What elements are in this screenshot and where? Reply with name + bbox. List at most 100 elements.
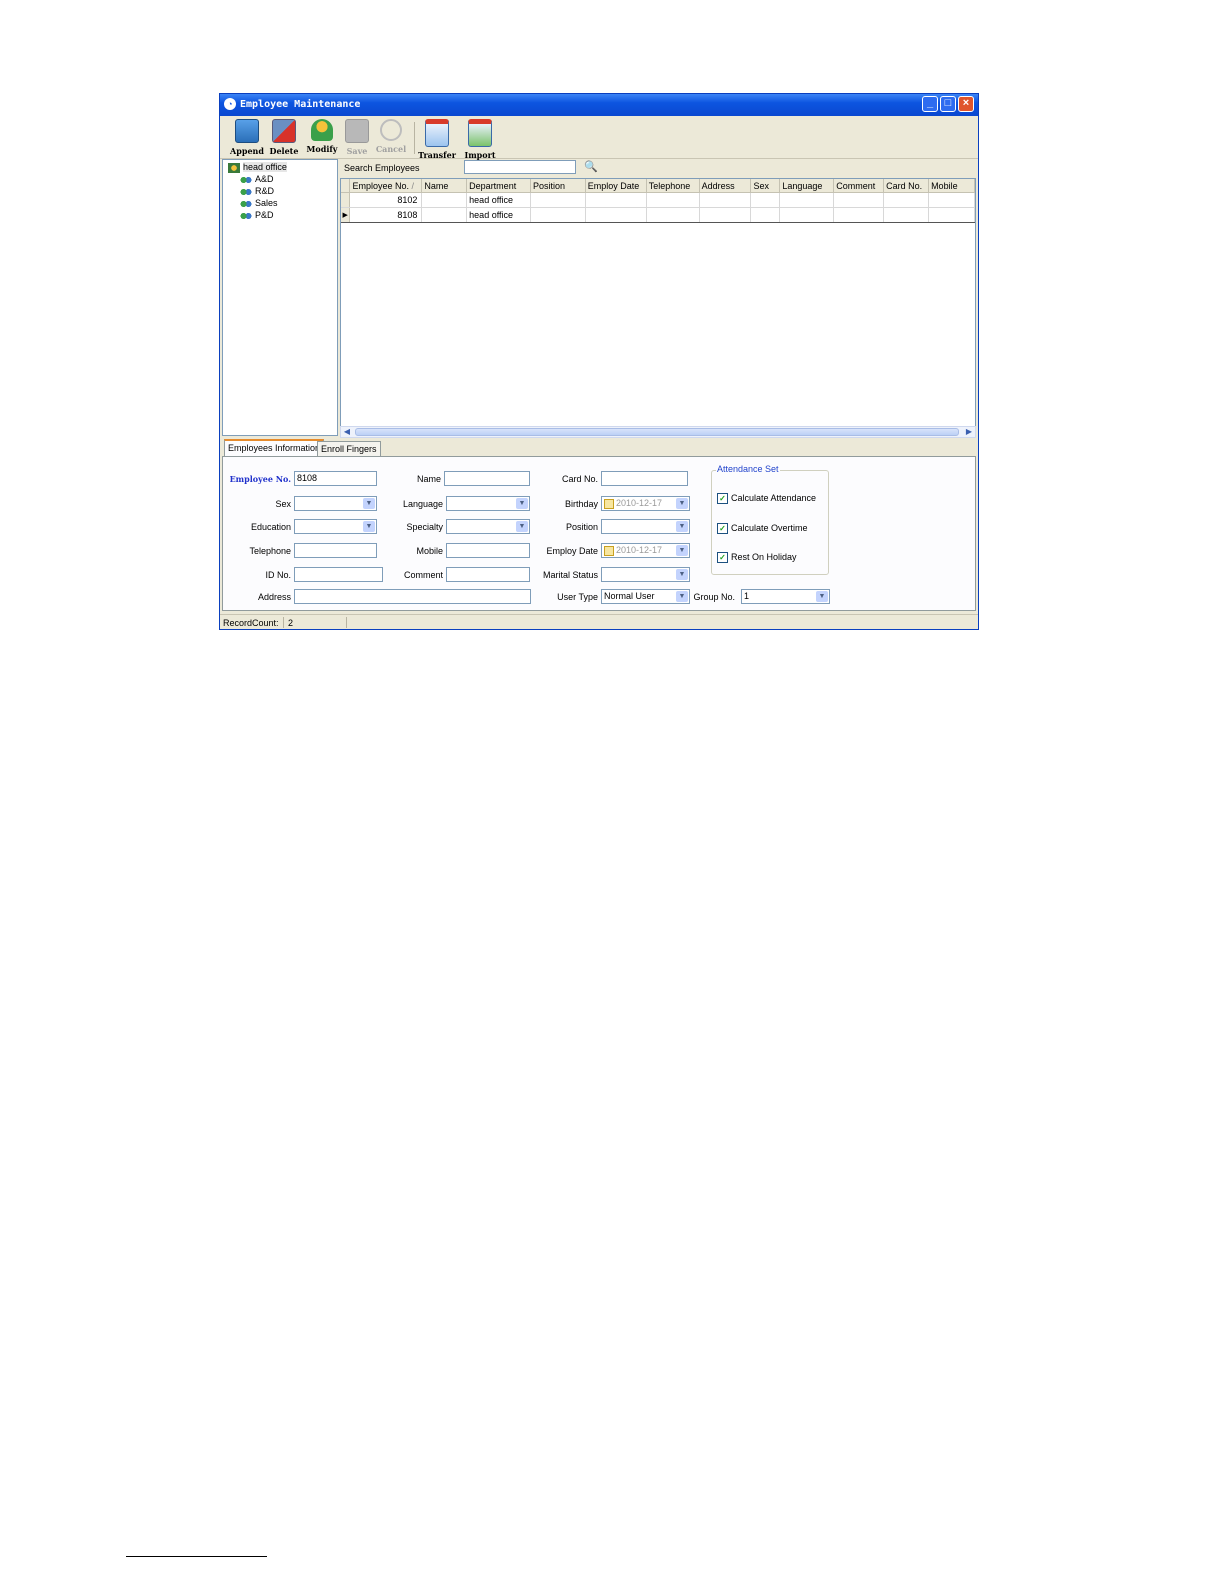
append-button[interactable]: Append — [228, 119, 266, 157]
telephone-label: Telephone — [249, 546, 291, 556]
close-button[interactable]: × — [958, 96, 974, 112]
col-telephone[interactable]: Telephone — [646, 179, 700, 193]
record-count-label: RecordCount: — [223, 618, 279, 628]
calculate-overtime-checkbox[interactable]: ✓ Calculate Overtime — [717, 523, 808, 535]
department-tree[interactable]: head office A&D R&D Sales P&D — [222, 159, 338, 436]
marital-status-select[interactable]: ▼ — [601, 567, 690, 582]
tree-node-head-office[interactable]: head office — [228, 161, 287, 173]
education-select[interactable]: ▼ — [294, 519, 377, 534]
scrollbar-thumb[interactable] — [355, 428, 959, 436]
checkbox-label: Calculate Attendance — [731, 493, 817, 503]
save-icon — [345, 119, 369, 143]
tab-enroll-fingers[interactable]: Enroll Fingers — [317, 441, 381, 456]
horizontal-scrollbar[interactable]: ◀ ▶ — [340, 426, 976, 438]
language-label: Language — [402, 499, 443, 509]
user-type-value: Normal User — [604, 591, 655, 601]
cell-department: head office — [466, 207, 532, 223]
cell — [779, 192, 835, 208]
marital-status-label: Marital Status — [542, 570, 598, 580]
col-name[interactable]: Name — [421, 179, 468, 193]
cancel-icon — [380, 119, 402, 141]
mobile-field[interactable] — [446, 543, 530, 558]
calculate-attendance-checkbox[interactable]: ✓ Calculate Attendance — [717, 493, 817, 505]
modify-label: Modify — [306, 144, 338, 154]
group-no-select[interactable]: 1 ▼ — [741, 589, 830, 604]
col-employee-no[interactable]: Employee No. / — [349, 179, 423, 193]
address-field[interactable] — [294, 589, 531, 604]
chevron-down-icon[interactable]: ▼ — [676, 498, 688, 509]
scroll-right-icon[interactable]: ▶ — [963, 427, 975, 437]
search-icon[interactable]: 🔍 — [584, 161, 598, 174]
rest-on-holiday-checkbox[interactable]: ✓ Rest On Holiday — [717, 552, 797, 564]
tree-node-label: P&D — [255, 210, 274, 220]
id-no-field[interactable] — [294, 567, 383, 582]
card-no-field[interactable] — [601, 471, 688, 486]
table-row[interactable]: 8102 head office — [341, 192, 975, 208]
scroll-left-icon[interactable]: ◀ — [341, 427, 353, 437]
tab-employees-information[interactable]: Employees Information — [224, 439, 325, 456]
transfer-icon — [425, 119, 449, 147]
transfer-button[interactable]: Transfer — [418, 119, 456, 160]
import-icon — [468, 119, 492, 147]
tree-node-pd[interactable]: P&D — [240, 209, 274, 221]
birthday-value: 2010-12-17 — [616, 498, 663, 508]
import-button[interactable]: Import — [461, 119, 499, 160]
attendance-set-label: Attendance Set — [716, 464, 780, 474]
title-bar[interactable]: ◔ Employee Maintenance _ □ × — [220, 94, 978, 116]
birthday-picker[interactable]: 2010-12-17 ▼ — [601, 496, 690, 511]
cell — [750, 192, 781, 208]
employee-grid[interactable]: Employee No. / Name Department Position … — [340, 178, 976, 436]
group-no-value: 1 — [744, 591, 750, 601]
employee-no-field[interactable]: 8108 — [294, 471, 377, 486]
col-address[interactable]: Address — [699, 179, 752, 193]
chevron-down-icon[interactable]: ▼ — [816, 591, 828, 602]
table-row[interactable]: ▶ 8108 head office — [341, 207, 975, 223]
col-position[interactable]: Position — [530, 179, 586, 193]
position-select[interactable]: ▼ — [601, 519, 690, 534]
tree-node-rd[interactable]: R&D — [240, 185, 274, 197]
language-select[interactable]: ▼ — [446, 496, 530, 511]
col-language[interactable]: Language — [779, 179, 835, 193]
comment-field[interactable] — [446, 567, 530, 582]
specialty-select[interactable]: ▼ — [446, 519, 530, 534]
chevron-down-icon[interactable]: ▼ — [676, 569, 688, 580]
col-comment[interactable]: Comment — [833, 179, 885, 193]
cell — [646, 192, 700, 208]
checkbox-icon[interactable] — [604, 545, 614, 556]
name-field[interactable] — [444, 471, 530, 486]
cell — [779, 207, 835, 223]
modify-button[interactable]: Modify — [303, 119, 341, 157]
delete-button[interactable]: Delete — [265, 119, 303, 157]
maximize-button[interactable]: □ — [940, 96, 956, 112]
tree-node-label: Sales — [255, 198, 278, 208]
chevron-down-icon[interactable]: ▼ — [676, 591, 688, 602]
attendance-set-group: Attendance Set ✓ Calculate Attendance ✓ Ca… — [711, 464, 829, 575]
checkbox-checked-icon[interactable]: ✓ — [717, 493, 728, 505]
telephone-field[interactable] — [294, 543, 377, 558]
chevron-down-icon[interactable]: ▼ — [676, 545, 688, 556]
current-row-indicator-icon: ▶ — [341, 207, 351, 223]
tree-node-ad[interactable]: A&D — [240, 173, 274, 185]
minimize-button[interactable]: _ — [922, 96, 938, 112]
col-mobile[interactable]: Mobile — [928, 179, 975, 193]
tree-node-sales[interactable]: Sales — [240, 197, 278, 209]
chevron-down-icon[interactable]: ▼ — [676, 521, 688, 532]
save-label: Save — [346, 146, 368, 156]
checkbox-checked-icon[interactable]: ✓ — [717, 523, 728, 535]
checkbox-icon[interactable] — [604, 498, 614, 509]
col-sex[interactable]: Sex — [750, 179, 781, 193]
col-employ-date[interactable]: Employ Date — [585, 179, 647, 193]
col-department[interactable]: Department — [466, 179, 532, 193]
window-title: Employee Maintenance — [240, 99, 361, 110]
user-type-select[interactable]: Normal User ▼ — [601, 589, 690, 604]
checkbox-checked-icon[interactable]: ✓ — [717, 552, 728, 564]
save-button[interactable]: Save — [338, 119, 376, 157]
cancel-button[interactable]: Cancel — [372, 119, 410, 157]
toolbar: Append Delete Modify Save Cancel Transfe… — [220, 116, 978, 160]
cell — [530, 192, 586, 208]
sex-select[interactable]: ▼ — [294, 496, 377, 511]
col-card-no[interactable]: Card No. — [883, 179, 930, 193]
mobile-label: Mobile — [416, 546, 443, 556]
search-input[interactable] — [464, 160, 576, 174]
employ-date-picker[interactable]: 2010-12-17 ▼ — [601, 543, 690, 558]
